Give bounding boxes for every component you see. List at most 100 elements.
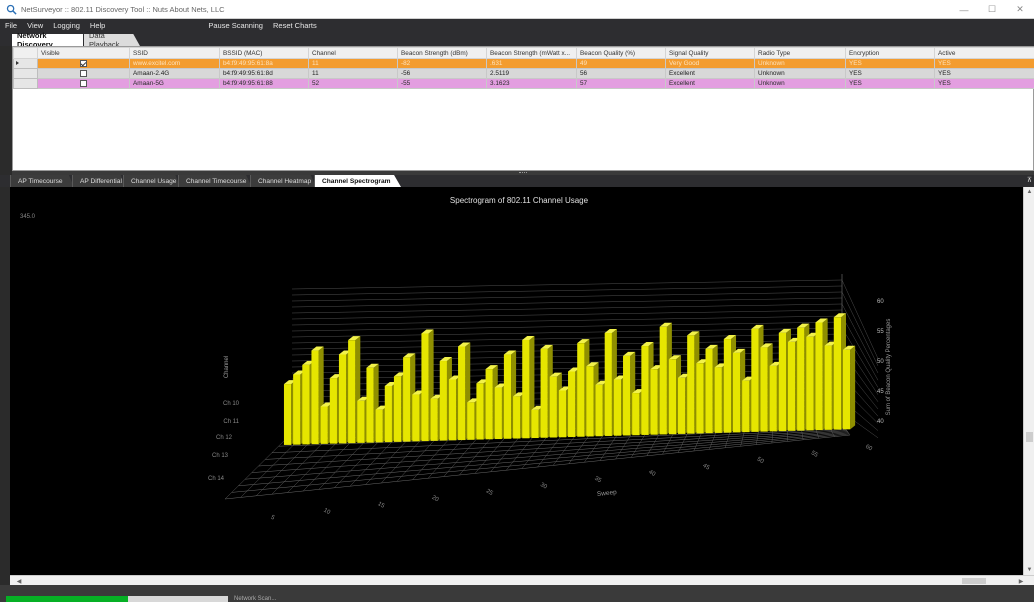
column-header-radio-type[interactable]: Radio Type xyxy=(754,47,846,59)
column-header-beacon-strength-dbm[interactable]: Beacon Strength (dBm) xyxy=(397,47,487,59)
tab-channel-spectrogram[interactable]: Channel Spectrogram xyxy=(314,175,401,187)
bar-front-face xyxy=(320,406,328,444)
signal-cell: Excellent xyxy=(665,78,755,89)
bar-front-face xyxy=(687,335,695,434)
mwatt-cell: 3.1623 xyxy=(486,78,577,89)
minimize-button[interactable]: — xyxy=(950,0,978,19)
visible-checkbox[interactable] xyxy=(80,69,87,77)
tab-data-playback[interactable]: Data Playback xyxy=(84,34,140,46)
visible-cell[interactable] xyxy=(37,78,130,89)
column-header-ssid[interactable]: SSID xyxy=(129,47,220,59)
visible-checkbox[interactable] xyxy=(80,79,87,87)
visible-checkbox[interactable] xyxy=(80,59,87,67)
column-header-active[interactable]: Active xyxy=(934,47,1034,59)
quality-cell: 49 xyxy=(576,58,666,69)
encryption-cell: YES xyxy=(845,68,935,79)
bar-front-face xyxy=(751,328,759,432)
tab-network-discovery[interactable]: Network Discovery xyxy=(12,31,83,49)
menu-view[interactable]: View xyxy=(22,21,48,30)
access-point-table: Visible SSID BSSID (MAC) Channel Beacon … xyxy=(13,47,1034,89)
bar-front-face xyxy=(338,354,347,444)
bar-front-face xyxy=(586,366,594,437)
bar-front-face xyxy=(375,409,383,443)
bar-front-face xyxy=(503,354,512,439)
table-row[interactable]: www.excitel.com b4:f9:49:95:61:8a 11 -82… xyxy=(13,58,1034,69)
splitter-grip-icon xyxy=(519,172,527,174)
row-selector[interactable] xyxy=(13,68,38,79)
visible-cell[interactable] xyxy=(37,58,130,69)
channel-tick-label: Ch 11 xyxy=(223,419,239,425)
menu-logging[interactable]: Logging xyxy=(48,21,85,30)
bar-front-face xyxy=(613,379,622,436)
column-header-beacon-quality[interactable]: Beacon Quality (%) xyxy=(576,47,666,59)
row-selector[interactable] xyxy=(13,58,38,69)
pause-scanning-button[interactable]: Pause Scanning xyxy=(203,21,268,30)
tab-ap-timecourse[interactable]: AP Timecourse xyxy=(10,175,74,187)
bar-front-face xyxy=(723,339,732,433)
column-header-beacon-strength-mwatt[interactable]: Beacon Strength (mWatt x... xyxy=(486,47,577,59)
column-header-channel[interactable]: Channel xyxy=(308,47,398,59)
scroll-down-icon[interactable]: ▼ xyxy=(1024,565,1034,575)
y-tick-label: 40 xyxy=(877,419,884,425)
horizontal-scroll-thumb[interactable] xyxy=(962,578,986,584)
sweep-tick-label: 10 xyxy=(322,508,331,517)
bar-front-face xyxy=(448,379,457,441)
tab-channel-timecourse[interactable]: Channel Timecourse xyxy=(178,175,252,187)
vertical-scroll-thumb[interactable] xyxy=(1026,432,1033,442)
maximize-button[interactable]: ☐ xyxy=(978,0,1006,19)
top-tab-strip: Network Discovery Data Playback xyxy=(0,31,1034,49)
dbm-cell: -56 xyxy=(397,68,487,79)
tab-pin-icon[interactable]: ⊼ xyxy=(1027,176,1032,184)
sweep-tick-label: 25 xyxy=(485,488,494,497)
column-header-visible[interactable]: Visible xyxy=(37,47,130,59)
reset-charts-button[interactable]: Reset Charts xyxy=(268,21,322,30)
channel-tick-label: Ch 10 xyxy=(223,401,240,407)
bar-front-face xyxy=(595,384,603,437)
visible-cell[interactable] xyxy=(37,68,130,79)
menu-file[interactable]: File xyxy=(0,21,22,30)
bar-front-face xyxy=(714,367,722,433)
menu-help[interactable]: Help xyxy=(85,21,110,30)
table-row[interactable]: Amaan-2.4G b4:f9:49:95:61:8d 11 -56 2.51… xyxy=(13,68,1034,79)
wall-gridline xyxy=(291,297,843,308)
chart-vertical-scrollbar[interactable]: ▲ ▼ xyxy=(1023,187,1034,575)
bar-front-face xyxy=(797,327,805,431)
bar-front-face xyxy=(494,387,502,440)
bar-front-face xyxy=(403,357,411,442)
title-bar: NetSurveyor :: 802.11 Discovery Tool :: … xyxy=(0,0,1034,19)
wall-gridline xyxy=(291,291,843,302)
scroll-up-icon[interactable]: ▲ xyxy=(1024,187,1034,197)
status-text: Network Scan... xyxy=(234,596,277,602)
bar-front-face xyxy=(568,371,576,437)
bssid-cell: b4:f9:49:95:61:88 xyxy=(219,78,309,89)
column-header-encryption[interactable]: Encryption xyxy=(845,47,935,59)
tab-channel-usage[interactable]: Channel Usage xyxy=(123,175,180,187)
bar-front-face xyxy=(485,369,493,440)
menu-bar: File View Logging Help Pause Scanning Re… xyxy=(0,19,1034,32)
row-selector[interactable] xyxy=(13,78,38,89)
bar-front-face xyxy=(824,345,832,430)
bar-front-face xyxy=(659,326,667,435)
bar-front-face xyxy=(577,343,585,437)
chart-horizontal-scrollbar[interactable]: ◀ ▶ xyxy=(10,575,1034,585)
close-button[interactable]: ✕ xyxy=(1006,0,1034,19)
bar-front-face xyxy=(430,398,438,441)
bar-front-face xyxy=(632,393,640,436)
table-row[interactable]: Amaan-5G b4:f9:49:95:61:88 52 -55 3.1623… xyxy=(13,78,1034,89)
chart-tab-strip: AP Timecourse AP Differential Channel Us… xyxy=(0,175,1034,187)
bar-front-face xyxy=(357,400,365,443)
bar-front-face xyxy=(650,369,658,435)
scan-progress-fill xyxy=(6,596,129,602)
bar-front-face xyxy=(678,377,686,434)
channel-cell: 11 xyxy=(308,58,398,69)
y-tick-label: 50 xyxy=(877,359,884,365)
mwatt-cell: .631 xyxy=(486,58,577,69)
sweep-tick-label: 35 xyxy=(593,476,602,485)
tab-ap-differential[interactable]: AP Differential xyxy=(72,175,125,187)
ssid-cell: www.excitel.com xyxy=(129,58,220,69)
bar-front-face xyxy=(531,409,539,439)
column-header-signal-quality[interactable]: Signal Quality xyxy=(665,47,755,59)
column-header-bssid[interactable]: BSSID (MAC) xyxy=(219,47,309,59)
tab-channel-heatmap[interactable]: Channel Heatmap xyxy=(250,175,316,187)
spectrogram-bar xyxy=(842,345,856,430)
